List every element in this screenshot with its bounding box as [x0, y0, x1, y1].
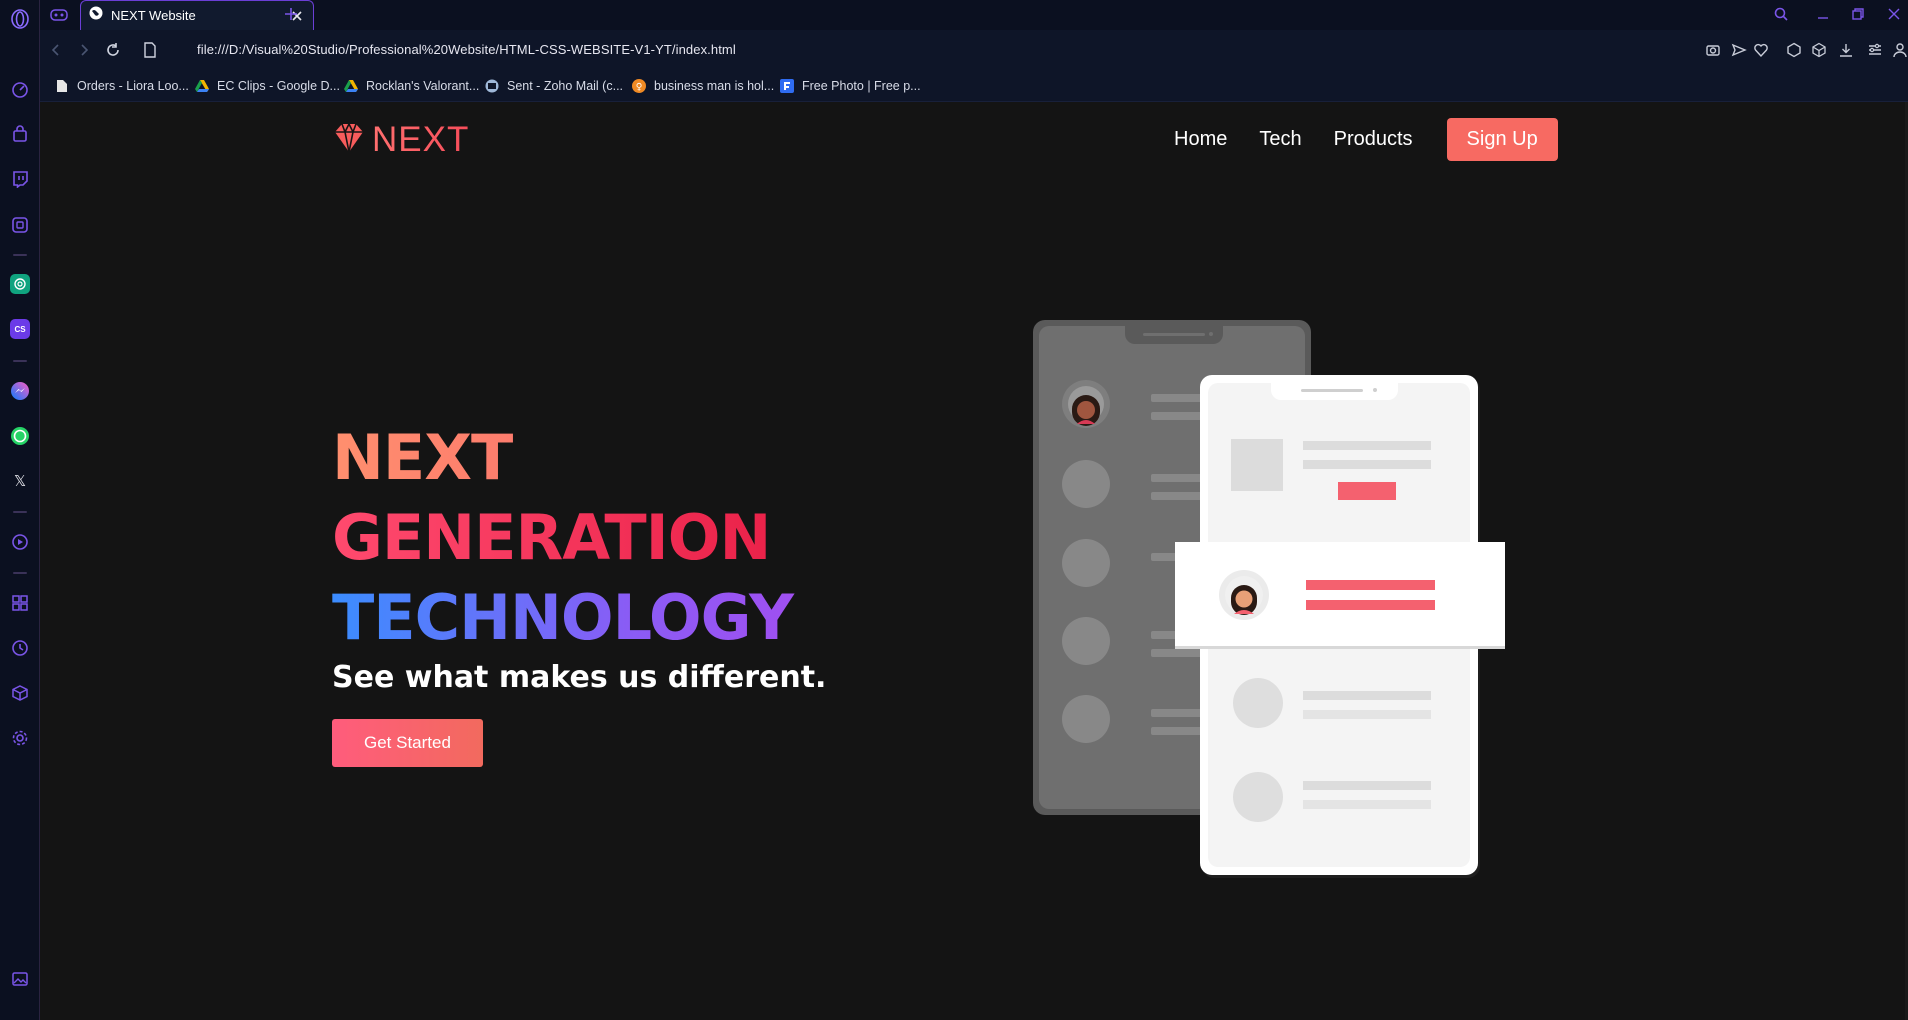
hero-section: NEXT GENERATION TECHNOLOGY See what make… — [332, 418, 826, 767]
hero-tagline: See what makes us different. — [332, 660, 827, 695]
forward-icon[interactable] — [76, 42, 92, 63]
history-icon[interactable] — [9, 637, 31, 659]
browser-sidebar: CS 𝕏 — [0, 0, 40, 1020]
bookmark-label: business man is hol... — [654, 79, 775, 93]
bookmark-item[interactable]: Orders - Liora Loo... — [55, 76, 189, 96]
address-bar — [40, 30, 1908, 70]
opera-menu-icon[interactable] — [9, 8, 31, 30]
photo-site-icon: ♀ — [632, 79, 646, 93]
google-drive-icon — [344, 79, 358, 93]
bookmark-label: EC Clips - Google D... — [217, 79, 340, 93]
chatsonic-icon[interactable]: CS — [10, 319, 30, 339]
new-tab-icon[interactable] — [283, 6, 299, 27]
bookmark-label: Orders - Liora Loo... — [77, 79, 189, 93]
restore-icon[interactable] — [1850, 6, 1866, 27]
minimize-icon[interactable] — [1815, 6, 1831, 27]
hero-line-next: NEXT — [332, 418, 826, 498]
bookmark-item[interactable]: Rocklan's Valorant... — [344, 76, 479, 96]
hero-heading: NEXT GENERATION TECHNOLOGY — [332, 418, 826, 658]
download-icon[interactable] — [1838, 42, 1854, 63]
tab-next-website[interactable]: NEXT Website — [80, 0, 314, 30]
reload-icon[interactable] — [105, 42, 121, 63]
whatsapp-icon[interactable] — [9, 425, 31, 447]
messenger-icon[interactable] — [9, 380, 31, 402]
bookmark-item[interactable]: Free Photo | Free p... — [780, 76, 921, 96]
easy-setup-icon[interactable] — [1867, 42, 1883, 63]
url-field[interactable] — [197, 42, 1097, 57]
site-logo[interactable]: NEXT — [332, 120, 469, 160]
shopping-icon[interactable] — [9, 123, 31, 145]
file-page-icon — [143, 42, 157, 63]
sidebar-separator — [13, 572, 27, 574]
bookmarks-bar: Orders - Liora Loo... EC Clips - Google … — [40, 70, 1908, 102]
get-started-button[interactable]: Get Started — [332, 719, 483, 767]
main-nav: Home Tech Products Sign Up — [1174, 118, 1558, 161]
twitch-icon[interactable] — [9, 168, 31, 190]
settings-gear-icon[interactable] — [9, 727, 31, 749]
chatgpt-icon[interactable] — [10, 274, 30, 294]
gaming-icon[interactable] — [9, 214, 31, 236]
bookmark-heart-icon[interactable] — [1753, 42, 1769, 63]
workspaces-icon[interactable] — [9, 592, 31, 614]
bookmark-item[interactable]: ♀ business man is hol... — [632, 76, 774, 96]
snapshot-camera-icon[interactable] — [1705, 42, 1721, 63]
document-icon — [55, 79, 69, 93]
gem-icon — [332, 121, 366, 158]
phones-illustration — [1033, 320, 1518, 878]
search-tabs-icon[interactable] — [1773, 6, 1789, 27]
bookmark-item[interactable]: EC Clips - Google D... — [195, 76, 340, 96]
send-icon[interactable] — [1731, 42, 1747, 63]
google-drive-icon — [195, 79, 209, 93]
x-twitter-icon[interactable]: 𝕏 — [9, 470, 31, 492]
nav-home-link[interactable]: Home — [1174, 128, 1227, 151]
web-page: NEXT Home Tech Products Sign Up NEXT GEN… — [41, 102, 1905, 1020]
crypto-wallet-icon[interactable] — [1786, 42, 1802, 63]
bookmark-item[interactable]: Sent - Zoho Mail (c... — [485, 76, 623, 96]
bookmark-label: Free Photo | Free p... — [802, 79, 921, 93]
profile-icon[interactable] — [1893, 42, 1907, 63]
extensions-cube-icon[interactable] — [1811, 42, 1827, 63]
svg-text:♀: ♀ — [636, 83, 643, 93]
tab-title: NEXT Website — [111, 8, 196, 23]
close-window-icon[interactable] — [1886, 6, 1902, 27]
nav-tech-link[interactable]: Tech — [1259, 128, 1301, 151]
extensions-icon[interactable] — [9, 682, 31, 704]
speed-dial-icon[interactable] — [9, 78, 31, 100]
bookmark-label: Rocklan's Valorant... — [366, 79, 480, 93]
tab-islands-icon[interactable] — [50, 7, 68, 28]
sidebar-separator — [13, 360, 27, 362]
sidebar-separator — [13, 511, 27, 513]
back-icon[interactable] — [48, 42, 64, 63]
wallpaper-icon[interactable] — [9, 968, 31, 990]
hero-line-technology: TECHNOLOGY — [332, 578, 826, 658]
tab-bar: NEXT Website — [40, 0, 1908, 30]
player-icon[interactable] — [9, 531, 31, 553]
sign-up-button[interactable]: Sign Up — [1446, 118, 1558, 161]
nav-products-link[interactable]: Products — [1334, 128, 1413, 151]
hero-line-generation: GENERATION — [332, 498, 826, 578]
sidebar-separator — [13, 254, 27, 256]
globe-icon — [89, 6, 103, 25]
logo-text: NEXT — [372, 120, 470, 159]
zoho-mail-icon — [485, 79, 499, 93]
bookmark-label: Sent - Zoho Mail (c... — [507, 79, 624, 93]
freepik-icon — [780, 79, 794, 93]
